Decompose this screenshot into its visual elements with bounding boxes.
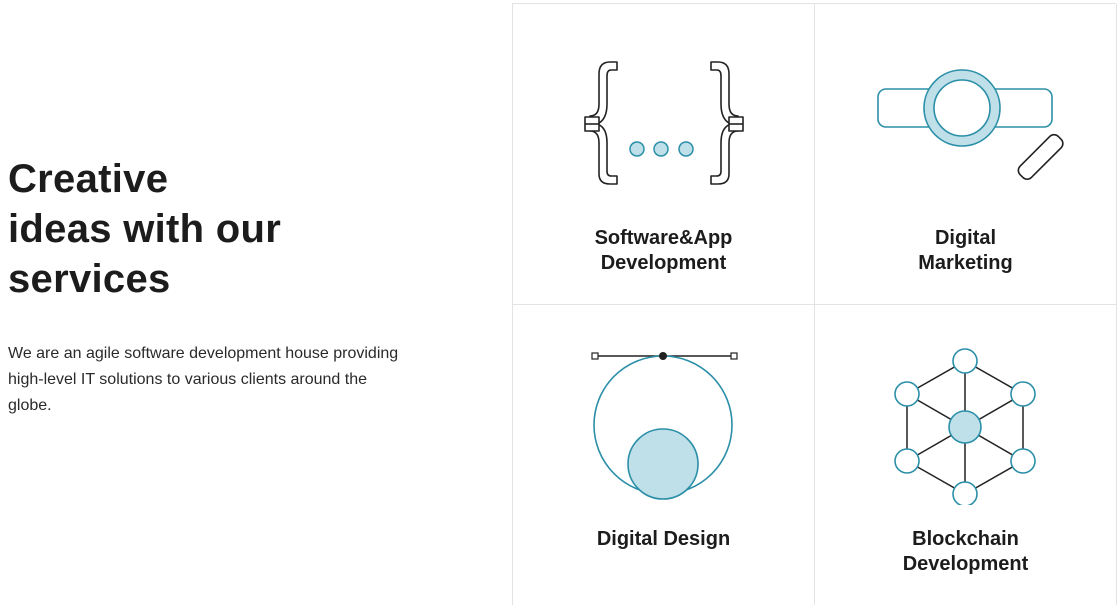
- service-label-line: Software&App: [594, 227, 733, 249]
- section-heading: Creative ideas with our services: [8, 154, 428, 304]
- section-description: We are an agile software development hou…: [8, 345, 399, 414]
- intro-block: Creative ideas with our services We are …: [8, 154, 428, 419]
- service-label: Digital Marketing: [815, 226, 1116, 276]
- service-label-line: Development: [600, 252, 727, 274]
- service-label: Software&App Development: [513, 226, 814, 276]
- service-label: Blockchain Development: [815, 527, 1116, 577]
- heading-line: ideas with our: [8, 207, 282, 251]
- vector-pen-icon: [591, 352, 738, 500]
- code-braces-icon: [584, 61, 744, 185]
- service-label: Digital Design: [513, 527, 814, 552]
- services-section: Creative ideas with our services We are …: [0, 0, 1118, 605]
- heading-line: services: [8, 257, 171, 301]
- service-card-software-app[interactable]: Software&App Development: [513, 4, 815, 305]
- service-label-line: Digital Design: [596, 528, 731, 550]
- service-label-line: Development: [902, 553, 1029, 575]
- service-card-digital-design[interactable]: Digital Design: [513, 305, 815, 605]
- heading-line: Creative: [8, 157, 169, 201]
- service-card-digital-marketing[interactable]: Digital Marketing: [815, 4, 1117, 305]
- magnifier-search-icon: [877, 69, 1064, 181]
- services-grid: Software&App Development Digital Marketi…: [512, 3, 1117, 605]
- service-label-line: Digital: [934, 227, 997, 249]
- service-card-blockchain[interactable]: Blockchain Development: [815, 305, 1117, 605]
- blockchain-network-icon: [894, 348, 1036, 505]
- service-label-line: Marketing: [918, 252, 1013, 274]
- service-label-line: Blockchain: [912, 528, 1019, 550]
